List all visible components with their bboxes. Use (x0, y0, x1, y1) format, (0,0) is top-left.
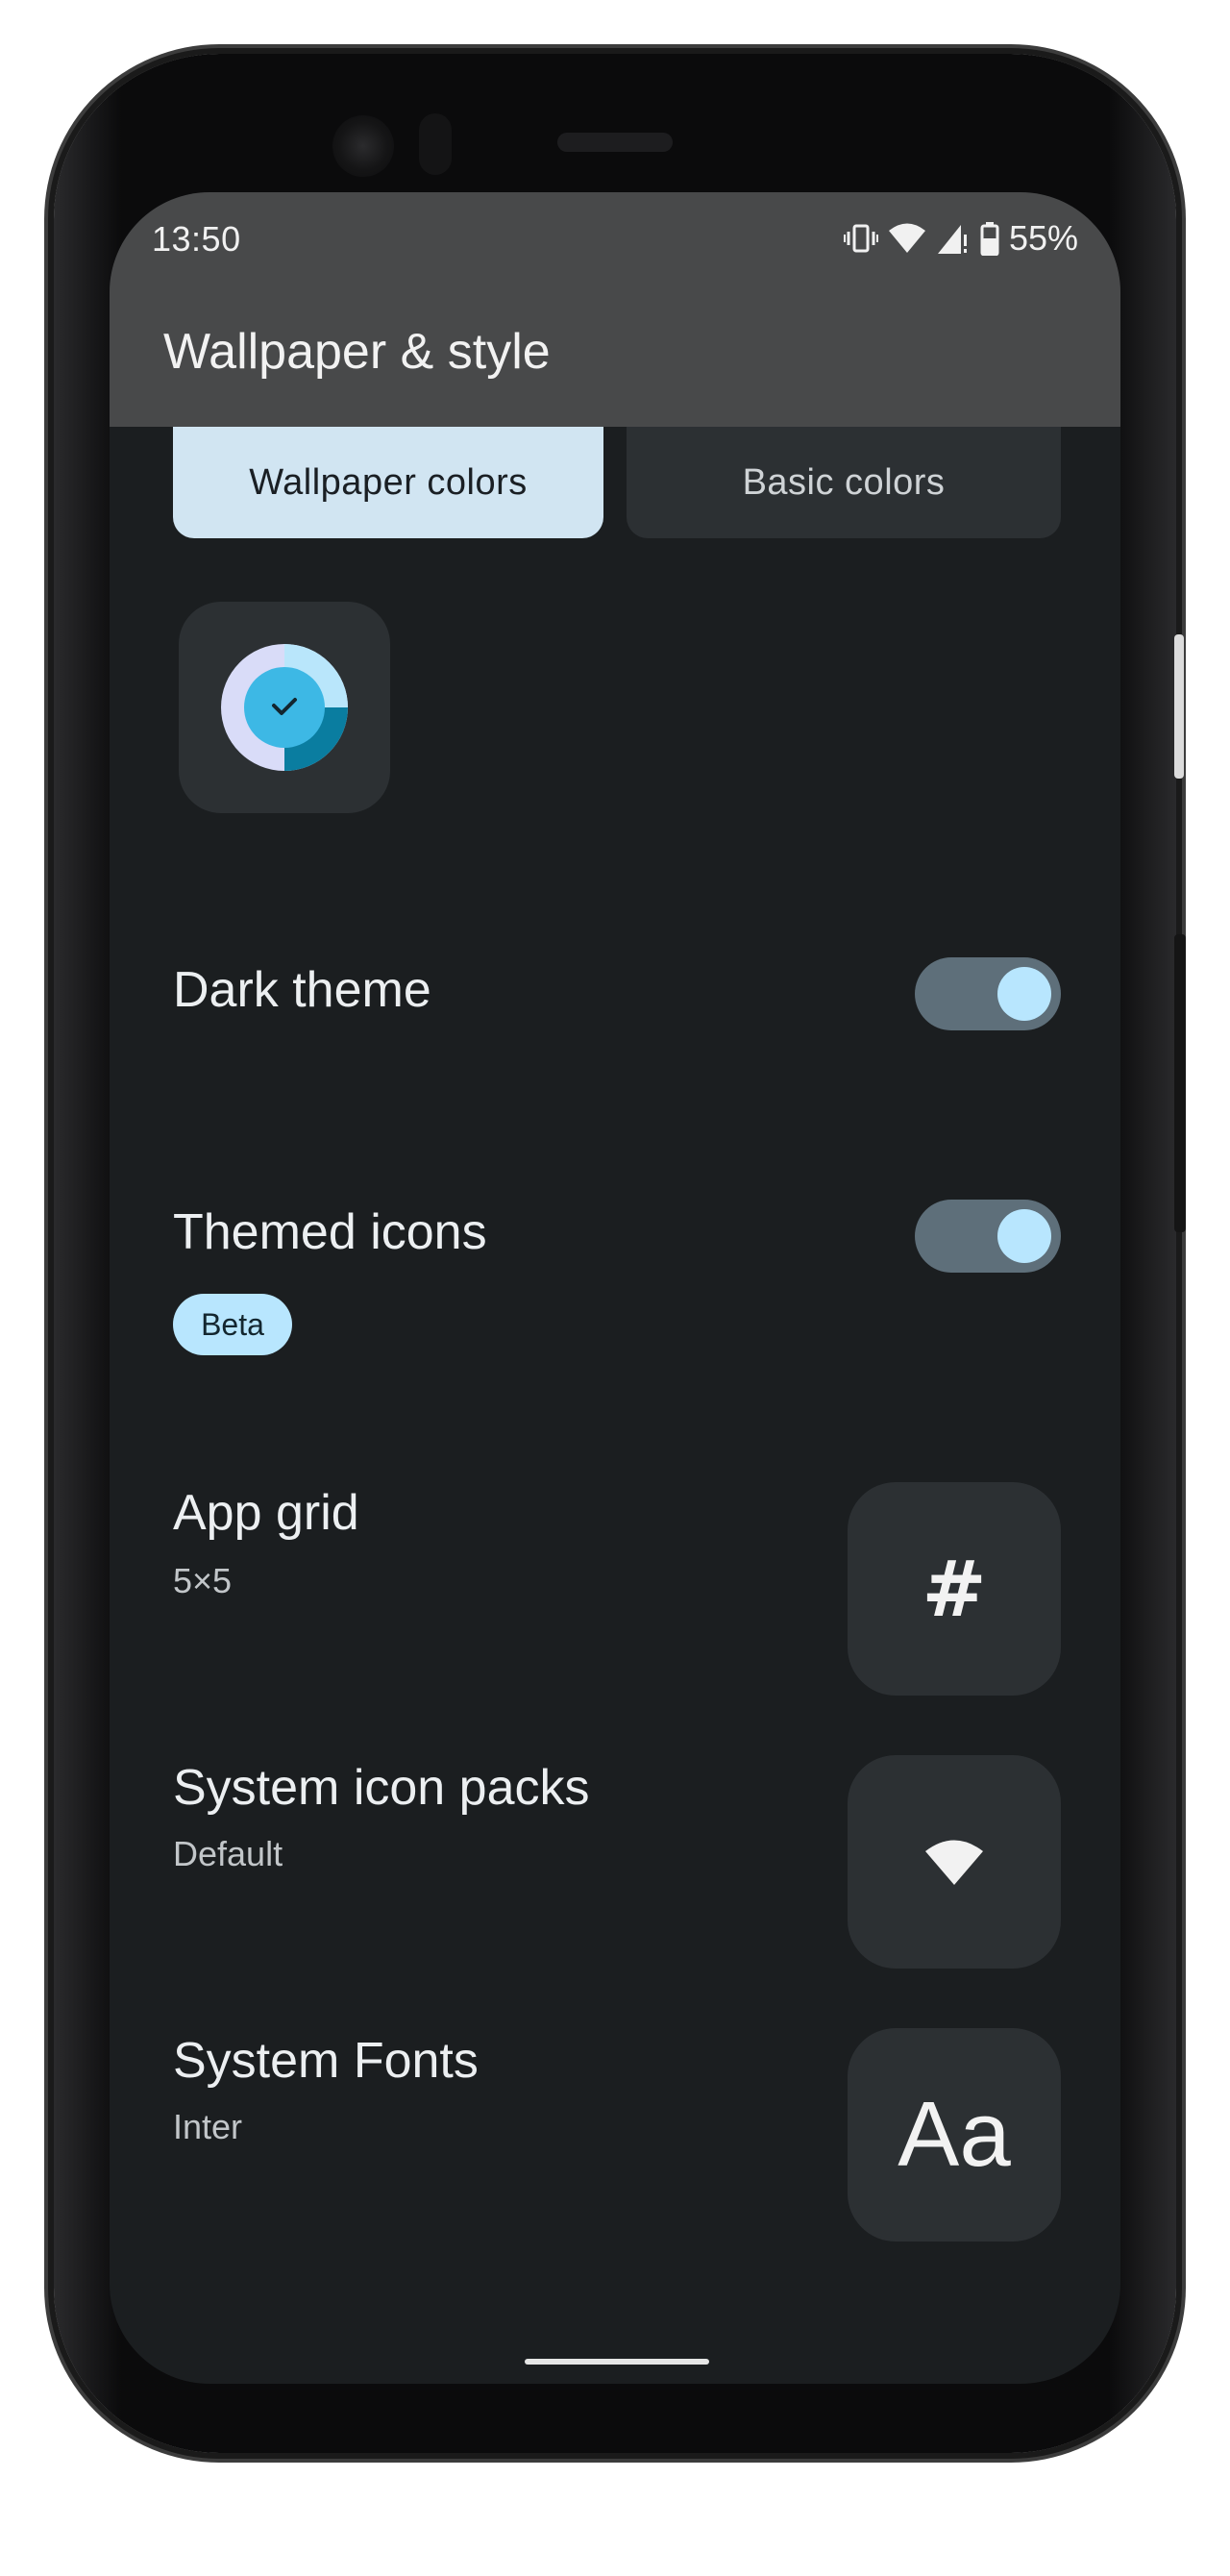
screen: 13:50 55% Wallpaper & style Wallpaper co… (110, 192, 1120, 2384)
app-grid-value: 5×5 (173, 1561, 233, 1600)
icon-packs-button[interactable] (848, 1755, 1061, 1969)
icon-packs-label: System icon packs (173, 1760, 590, 1816)
tab-wallpaper-colors[interactable]: Wallpaper colors (173, 427, 603, 538)
themed-icons-toggle[interactable] (915, 1200, 1061, 1273)
power-button (1174, 934, 1186, 1232)
toggle-knob (997, 1209, 1051, 1263)
color-swatch (221, 644, 348, 771)
status-bar: 13:50 55% (110, 192, 1120, 285)
color-tabs: Wallpaper colors Basic colors (173, 427, 1061, 538)
system-fonts-label: System Fonts (173, 2033, 479, 2089)
dark-theme-label: Dark theme (173, 962, 431, 1018)
dark-theme-toggle[interactable] (915, 957, 1061, 1030)
system-fonts-button[interactable]: Aa (848, 2028, 1061, 2242)
page-title: Wallpaper & style (163, 324, 551, 380)
earpiece (557, 133, 673, 152)
app-bar: Wallpaper & style (110, 285, 1120, 427)
app-grid-label: App grid (173, 1485, 359, 1541)
vibrate-icon (843, 221, 878, 256)
icon-packs-value: Default (173, 1834, 283, 1873)
grid-icon: # (922, 1544, 987, 1634)
wifi-icon (888, 222, 926, 255)
front-camera (332, 115, 394, 177)
toggle-knob (997, 967, 1051, 1021)
battery-percentage: 55% (1008, 218, 1078, 258)
status-icons: 55% (843, 217, 1078, 260)
wifi-icon (925, 1840, 983, 1885)
color-option-card[interactable] (179, 602, 390, 813)
signal-icon (936, 221, 971, 256)
themed-icons-label: Themed icons (173, 1204, 487, 1260)
battery-icon (980, 221, 999, 256)
font-icon: Aa (898, 2083, 1011, 2186)
tab-basic-colors[interactable]: Basic colors (627, 427, 1061, 538)
status-time: 13:50 (152, 219, 241, 259)
proximity-sensor (419, 113, 452, 175)
app-grid-button[interactable]: # (848, 1482, 1061, 1696)
gesture-navigation-bar[interactable] (525, 2359, 709, 2365)
beta-badge: Beta (173, 1294, 292, 1355)
side-button (1174, 634, 1184, 779)
system-fonts-value: Inter (173, 2107, 243, 2146)
